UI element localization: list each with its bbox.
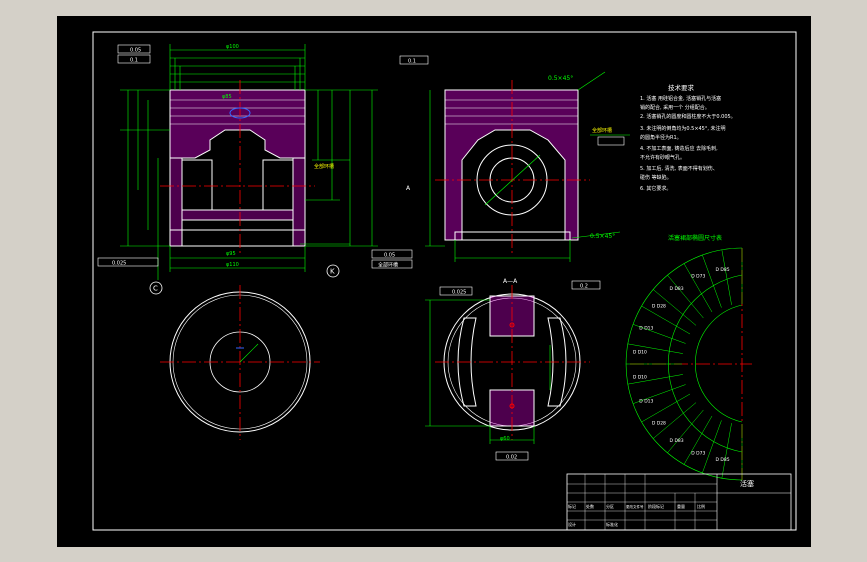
note-ring: 全部环槽 bbox=[314, 163, 334, 170]
tb-label-weight: 重量 bbox=[677, 503, 685, 509]
tech-req-line-6: 4. 不加工表面, 铸造后应 去除毛刺, bbox=[640, 145, 718, 152]
tb-label-design: 设计 bbox=[568, 521, 576, 527]
chamfer-top: 0.5×45° bbox=[548, 75, 573, 82]
tb-label-zone: 分区 bbox=[606, 503, 614, 509]
tech-req-line-9: 碰伤 等缺陷。 bbox=[640, 174, 672, 181]
tech-req-line-1: 1. 活塞 用硅铝合金, 活塞销孔与活塞 bbox=[640, 95, 721, 102]
tol-3: 0.025 bbox=[112, 261, 126, 267]
skirt-table-title: 活塞裙部椭圆尺寸表 bbox=[668, 234, 722, 242]
tb-label-std: 标准化 bbox=[606, 521, 618, 527]
skirt-entry-label: D D73 bbox=[691, 273, 705, 279]
dim-phi85: φ85 bbox=[222, 94, 232, 100]
ray-line bbox=[683, 263, 713, 313]
ray-line bbox=[683, 415, 713, 465]
part-name: 活塞 bbox=[740, 479, 754, 488]
pin-boss-left bbox=[181, 159, 213, 211]
tech-req-line-10: 6. 其它要求。 bbox=[640, 185, 671, 192]
mark-c-label: C bbox=[153, 285, 158, 293]
tb-label-change: 更改文件号 bbox=[626, 504, 644, 509]
tb-label-mark: 标记 bbox=[568, 503, 576, 509]
tech-req-line-8: 5. 加工后, 清洗, 表面不得有划伤、 bbox=[640, 165, 718, 172]
ray-line bbox=[641, 393, 691, 423]
tb-label-scale: 比例 bbox=[697, 503, 705, 509]
side-tolerance: 0.1 bbox=[408, 59, 416, 65]
tech-req-line-7: 不允许有砂眼气孔。 bbox=[640, 154, 685, 161]
sec-dim-phi60: φ60 bbox=[500, 436, 510, 442]
tolerance-frame-bottom-right: 0.05 全部环槽 bbox=[371, 249, 413, 269]
skirt-right bbox=[292, 157, 306, 247]
piston-front-section: 0.05 0.1 0.025 0.05 全部环槽 φ95 φ110 φ100 φ… bbox=[97, 44, 413, 295]
mark-k-label: K bbox=[330, 268, 335, 276]
tolerance-frame-top-left: 0.05 0.1 bbox=[117, 44, 151, 64]
tolerance-frame-bottom-left: 0.025 bbox=[97, 257, 159, 267]
sec-tol-2: 0.2 bbox=[580, 284, 588, 290]
ray-line bbox=[721, 423, 732, 479]
tb-label-count: 处数 bbox=[586, 503, 594, 509]
drawing-viewport[interactable]: 0.05 0.1 0.025 0.05 全部环槽 φ95 φ110 φ100 φ… bbox=[57, 16, 811, 547]
chamfer-bottom: 0.5×45° bbox=[590, 233, 615, 240]
tech-req-line-4: 3. 未注明的倒角均为0.5×45°, 未注明 bbox=[640, 125, 726, 132]
skirt-labels: D D85 D D73 D D83 D D28 D D13 D D10 D D10 D D13… bbox=[633, 267, 730, 463]
tol-4: 0.05 bbox=[384, 253, 395, 259]
skirt-entry-label: D D83 bbox=[670, 286, 684, 292]
engineering-drawing: 0.05 0.1 0.025 0.05 全部环槽 φ95 φ110 φ100 φ… bbox=[92, 31, 797, 531]
skirt-bottom bbox=[181, 209, 294, 221]
skirt-entry-label: D D85 bbox=[715, 457, 729, 463]
title-block: 活塞 标记 处数 分区 更改文件号 设计 标准化 阶段标记 重量 比例 bbox=[566, 473, 792, 531]
skirt-entry-label: D D13 bbox=[639, 399, 653, 405]
skirt-entry-label: D D85 bbox=[715, 267, 729, 273]
side-note: 全部环槽 bbox=[592, 127, 612, 134]
section-arrow-a: A bbox=[406, 185, 411, 192]
tb-label-stage: 阶段标记 bbox=[648, 503, 664, 509]
tech-req-title: 技术要求 bbox=[668, 83, 695, 92]
left-dimensions bbox=[120, 89, 170, 280]
piston-side-section: 0.1 0.5×45° 0.5×45° A 全部环槽 bbox=[399, 55, 630, 262]
bottom-dimensions bbox=[169, 243, 350, 272]
skirt-outline bbox=[169, 229, 306, 247]
top-dimension-stack bbox=[169, 44, 306, 90]
skirt-entry-label: D D28 bbox=[652, 304, 666, 310]
sec-tol-3: 0.02 bbox=[506, 455, 517, 461]
skirt-entry-label: D D73 bbox=[691, 451, 705, 457]
pin-boss-right bbox=[262, 159, 294, 211]
tol-2: 0.1 bbox=[130, 58, 138, 64]
ray-line bbox=[702, 254, 722, 308]
skirt-ovality-diagram: 活塞裙部椭圆尺寸表 D D85 D D73 D D83 D D28 D D13 D D10… bbox=[625, 234, 752, 481]
tech-req-line-5: 的圆角半径为R1。 bbox=[640, 134, 682, 141]
cad-viewer: 0.05 0.1 0.025 0.05 全部环槽 φ95 φ110 φ100 φ… bbox=[0, 0, 867, 562]
section-title: A—A bbox=[503, 278, 518, 285]
skirt-entry-label: D D10 bbox=[633, 349, 647, 355]
skirt-entry-label: D D13 bbox=[639, 325, 653, 331]
skirt-left bbox=[169, 157, 183, 247]
sec-tol-1: 0.025 bbox=[452, 290, 466, 296]
technical-requirements: 技术要求 1. 活塞 用硅铝合金, 活塞销孔与活塞 销的配合, 采用一个 分组配… bbox=[640, 83, 736, 192]
skirt-entry-label: D D83 bbox=[670, 438, 684, 444]
tech-req-line-3: 2. 活塞销孔的圆度和圆柱度不大于0.005。 bbox=[640, 113, 736, 120]
dim-phi110: φ110 bbox=[226, 262, 239, 268]
dim-phi100: φ100 bbox=[226, 44, 239, 50]
tol-1: 0.05 bbox=[130, 48, 141, 54]
section-a-a: A—A 0.025 0.2 φ60 0.02 bbox=[425, 278, 601, 461]
dim-phi95: φ95 bbox=[226, 251, 236, 257]
piston-top-view bbox=[160, 285, 320, 440]
ray-line bbox=[702, 420, 722, 474]
skirt-entry-label: D D28 bbox=[652, 420, 666, 426]
ray-line bbox=[721, 249, 732, 305]
note-left: 全部环槽 bbox=[378, 262, 398, 269]
tech-req-line-2: 销的配合, 采用一个 分组配合。 bbox=[640, 104, 710, 111]
skirt-entry-label: D D10 bbox=[633, 375, 647, 381]
